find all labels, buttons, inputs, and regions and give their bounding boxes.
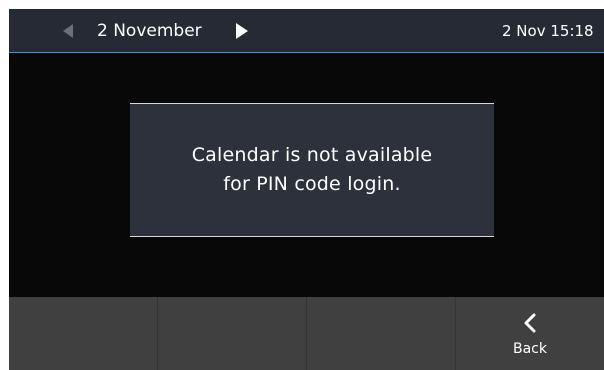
previous-day-button[interactable] bbox=[59, 21, 77, 41]
calendar-header: 2 November 2 Nov 15:18 bbox=[9, 9, 604, 53]
triangle-right-icon bbox=[236, 23, 248, 39]
dialog-message: Calendar is not available for PIN code l… bbox=[192, 141, 433, 199]
current-date-label: 2 November bbox=[97, 21, 202, 41]
softkey-3[interactable] bbox=[307, 297, 456, 370]
back-button[interactable]: Back bbox=[456, 297, 604, 370]
softkey-2[interactable] bbox=[158, 297, 307, 370]
dialog-message-line-2: for PIN code login. bbox=[223, 173, 401, 195]
softkey-bar: Back bbox=[9, 297, 604, 370]
triangle-left-icon bbox=[63, 24, 73, 38]
next-day-button[interactable] bbox=[233, 21, 251, 41]
back-button-label: Back bbox=[513, 341, 547, 357]
info-dialog: Calendar is not available for PIN code l… bbox=[130, 103, 494, 237]
phone-screen: 2 November 2 Nov 15:18 Calendar is not a… bbox=[9, 9, 604, 370]
chevron-left-icon bbox=[522, 312, 538, 334]
dialog-message-line-1: Calendar is not available bbox=[191, 144, 433, 166]
status-clock: 2 Nov 15:18 bbox=[502, 22, 594, 40]
softkey-1[interactable] bbox=[9, 297, 158, 370]
